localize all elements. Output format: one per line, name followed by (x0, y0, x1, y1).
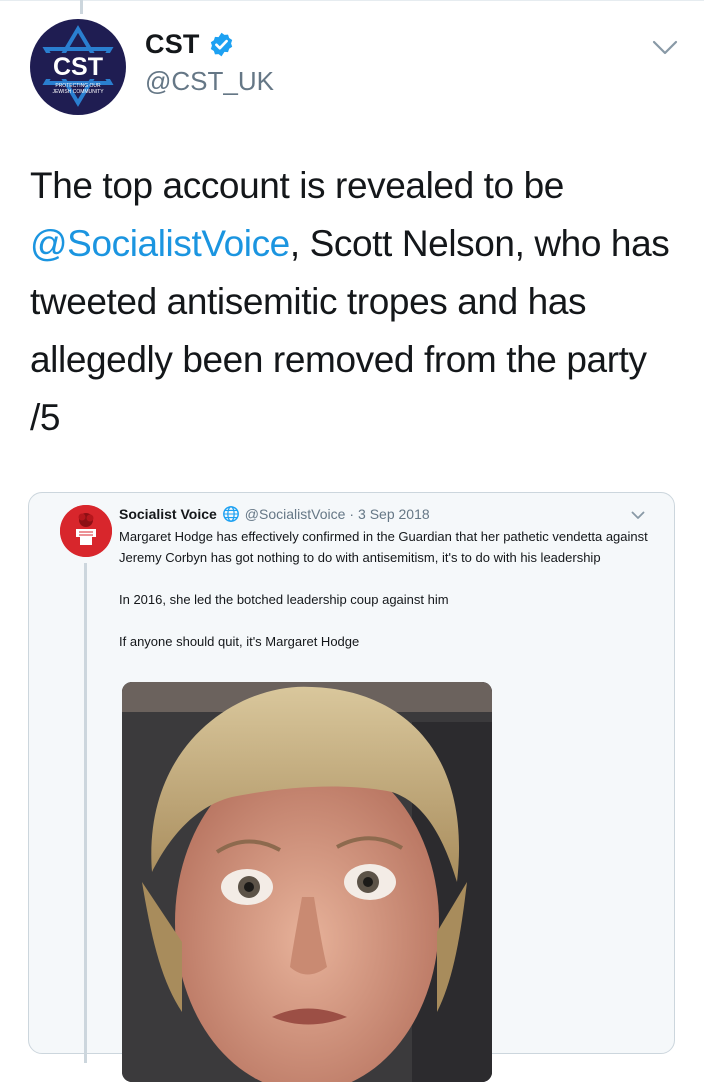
rose-fist-logo (60, 505, 112, 557)
quoted-tweet-photo[interactable] (122, 682, 492, 1082)
verified-badge-icon (210, 32, 232, 57)
quoted-author-name[interactable]: Socialist Voice (119, 506, 217, 522)
svg-text:JEWISH COMMUNITY: JEWISH COMMUNITY (52, 89, 104, 95)
quoted-tweet-body: Margaret Hodge has effectively confirmed… (119, 526, 654, 673)
cst-logo: CST PROTECTING OUR JEWISH COMMUNITY (40, 25, 116, 107)
thread-connector-line (80, 0, 83, 14)
mention-link[interactable]: @SocialistVoice (30, 223, 290, 264)
quoted-header: Socialist Voice @SocialistVoice · 3 Sep … (119, 505, 430, 523)
svg-text:CST: CST (53, 53, 103, 81)
chevron-down-icon[interactable] (652, 40, 678, 56)
author-name[interactable]: CST (145, 29, 200, 60)
quoted-chevron-down-icon[interactable] (631, 511, 645, 520)
tweet-text-part1: The top account is revealed to be (30, 165, 564, 206)
quoted-author-handle[interactable]: @SocialistVoice (245, 506, 346, 522)
globe-icon (222, 506, 239, 522)
date-separator: · (349, 506, 355, 522)
quoted-paragraph: Margaret Hodge has effectively confirmed… (119, 529, 648, 565)
quoted-paragraph: If anyone should quit, it's Margaret Hod… (119, 634, 360, 649)
quoted-tweet-card[interactable]: Socialist Voice @SocialistVoice · 3 Sep … (28, 492, 675, 1082)
author-avatar[interactable]: CST PROTECTING OUR JEWISH COMMUNITY (30, 19, 126, 115)
author-handle[interactable]: @CST_UK (145, 66, 274, 97)
quoted-thread-line (84, 563, 87, 1063)
author-name-row[interactable]: CST (145, 29, 235, 60)
portrait-photo (122, 682, 492, 1082)
quoted-author-avatar[interactable] (60, 505, 112, 557)
tweet-text: The top account is revealed to be @Socia… (30, 157, 680, 447)
top-divider (0, 0, 704, 1)
quoted-tweet-date[interactable]: 3 Sep 2018 (358, 506, 430, 522)
quoted-paragraph: In 2016, she led the botched leadership … (119, 592, 449, 607)
